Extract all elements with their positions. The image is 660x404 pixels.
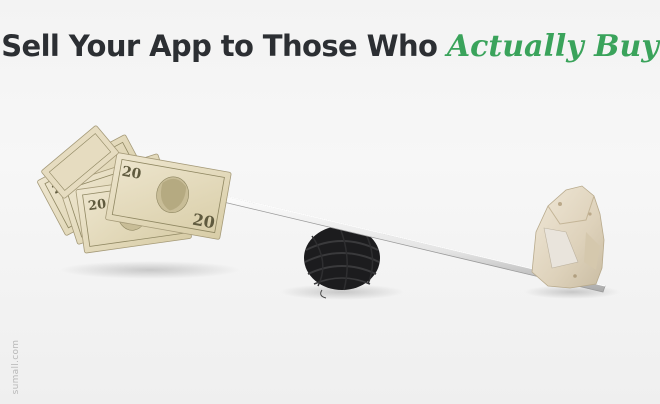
bill-denomination: 20 [120,164,142,183]
watermark: sumall.com [11,339,21,395]
seesaw-illustration: 20 20 20 20 20 [37,125,620,300]
rock [531,185,605,289]
bill-denomination: 20 [191,210,216,233]
money-bills: 20 20 20 20 20 [37,125,232,254]
bill-denomination: 20 [87,197,107,214]
